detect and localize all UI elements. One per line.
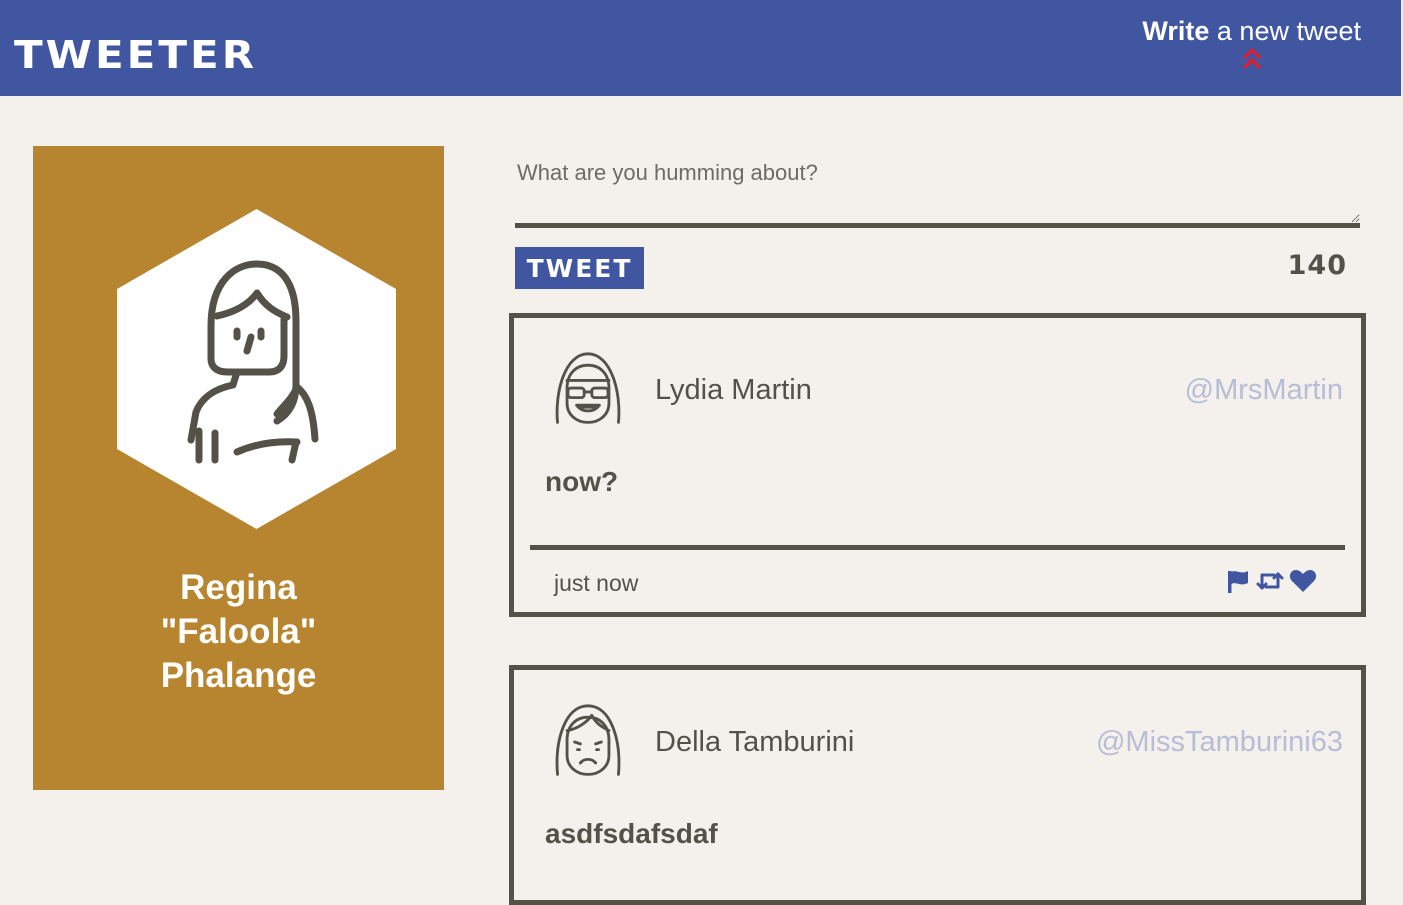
flag-icon[interactable] — [1225, 568, 1251, 594]
write-new-tweet-toggle[interactable]: Write a new tweet — [1142, 16, 1361, 71]
tweet-author-name[interactable]: Lydia Martin — [655, 374, 812, 407]
retweet-icon[interactable] — [1255, 568, 1285, 594]
profile-last-name: Phalange — [160, 656, 317, 695]
tweet-card: Della Tamburini @MissTamburini63 asdfsda… — [509, 665, 1366, 905]
tweet-author-handle[interactable]: @MrsMartin — [1185, 374, 1343, 407]
brand-logo[interactable]: TWEETER — [14, 32, 257, 77]
tweet-card: Lydia Martin @MrsMartin now? just now — [509, 313, 1366, 617]
profile-first-name: Regina — [180, 568, 297, 607]
tweet-divider — [530, 545, 1345, 550]
tweet-input[interactable] — [515, 160, 1360, 228]
tweet-actions — [1225, 568, 1317, 594]
write-label-rest: a new tweet — [1209, 16, 1361, 46]
character-counter: 140 — [1287, 250, 1347, 281]
navbar: TWEETER Write a new tweet — [0, 0, 1401, 96]
tweet-author-handle[interactable]: @MissTamburini63 — [1096, 726, 1343, 759]
heart-icon[interactable] — [1289, 568, 1317, 594]
write-label-bold: Write — [1142, 16, 1210, 46]
tweet-content: now? — [545, 466, 619, 497]
double-chevron-up-icon[interactable] — [1241, 47, 1263, 71]
avatar-frown-icon — [555, 704, 621, 776]
avatar-glasses-icon — [555, 352, 621, 424]
profile-card: Regina "Faloola" Phalange — [33, 146, 444, 790]
tweet-composer: TWEET 140 — [515, 160, 1360, 289]
profile-avatar — [117, 209, 396, 529]
profile-nickname: "Faloola" — [160, 612, 317, 651]
tweet-content: asdfsdafsdaf — [545, 818, 718, 849]
profile-name: Regina "Faloola" Phalange — [33, 566, 444, 698]
tweet-author-name[interactable]: Della Tamburini — [655, 726, 854, 759]
tweet-submit-button[interactable]: TWEET — [515, 247, 644, 289]
write-new-tweet-label[interactable]: Write a new tweet — [1142, 16, 1361, 47]
tweet-timestamp: just now — [554, 570, 639, 596]
